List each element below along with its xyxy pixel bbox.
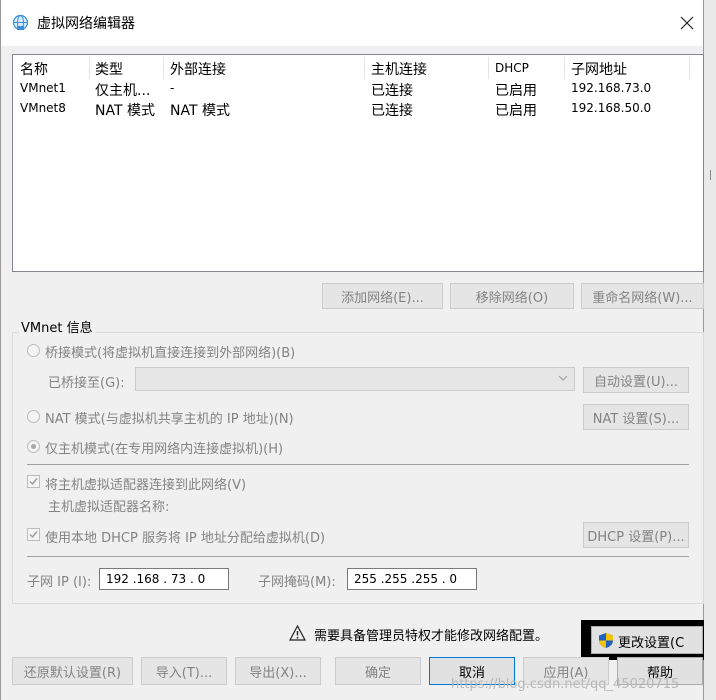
rename-network-button[interactable]: 重命名网络(W)... [581, 283, 704, 309]
bridge-mode-label: 桥接模式(将虚拟机直接连接到外部网络)(B) [45, 346, 296, 361]
uac-shield-icon [599, 633, 613, 648]
import-button[interactable]: 导入(T)... [141, 657, 227, 685]
add-network-button[interactable]: 添加网络(E)... [322, 283, 443, 309]
checkmark-icon [29, 531, 38, 539]
table-row[interactable]: VMnet8 NAT 模式 NAT 模式 已连接 已启用 192.168.50.… [13, 100, 703, 120]
connect-adapter-checkbox[interactable] [27, 475, 40, 488]
network-list[interactable]: 名称 类型 外部连接 主机连接 DHCP 子网地址 VMnet1 仅主机... … [12, 54, 704, 272]
window-title: 虚拟网络编辑器 [37, 16, 135, 32]
close-button[interactable] [671, 8, 703, 38]
vmnet-info-title: VMnet 信息 [19, 317, 95, 336]
host-only-mode-label: 仅主机模式(在专用网络内连接虚拟机)(H) [45, 442, 284, 457]
remove-network-button[interactable]: 移除网络(O) [450, 283, 574, 309]
virtual-network-editor-window: 虚拟网络编辑器 名称 类型 外部连接 主机连接 DHCP 子网地址 VMnet1… [0, 0, 705, 700]
connect-adapter-label: 将主机虚拟适配器连接到此网络(V) [45, 478, 247, 493]
chevron-down-icon [558, 375, 568, 381]
column-header-type[interactable]: 类型 [95, 59, 123, 79]
subnet-ip-label: 子网 IP (I): [27, 575, 92, 590]
nat-mode-radio[interactable] [27, 410, 40, 423]
restore-defaults-button[interactable]: 还原默认设置(R) [12, 657, 133, 685]
use-dhcp-label: 使用本地 DHCP 服务将 IP 地址分配给虚拟机(D) [45, 531, 326, 546]
divider [27, 464, 689, 465]
change-settings-highlight: 更改设置(C [581, 620, 705, 660]
subnet-mask-input[interactable]: 255 .255 .255 . 0 [347, 568, 477, 590]
bridged-to-select[interactable] [135, 367, 575, 391]
use-dhcp-checkbox[interactable] [27, 528, 40, 541]
change-settings-label: 更改设置(C [618, 636, 685, 651]
column-header-dhcp[interactable]: DHCP [495, 61, 529, 75]
admin-notice: 需要具备管理员特权才能修改网络配置。 [314, 629, 549, 644]
watermark: https://blog.csdn.net/qq_45020715 [451, 677, 680, 692]
network-globe-icon [12, 14, 29, 31]
table-row[interactable]: VMnet1 仅主机... - 已连接 已启用 192.168.73.0 [13, 80, 703, 100]
column-header-name[interactable]: 名称 [20, 59, 48, 79]
column-header-subnet[interactable]: 子网地址 [571, 59, 627, 79]
ok-button[interactable]: 确定 [335, 657, 421, 685]
subnet-ip-input[interactable]: 192 .168 . 73 . 0 [99, 568, 229, 590]
divider [27, 556, 689, 557]
close-icon [680, 16, 694, 30]
dhcp-settings-button[interactable]: DHCP 设置(P)... [583, 522, 689, 548]
nat-settings-button[interactable]: NAT 设置(S)... [583, 404, 689, 430]
column-header-external[interactable]: 外部连接 [170, 59, 226, 79]
background-window-edge [704, 0, 716, 700]
checkmark-icon [29, 478, 38, 486]
bridge-mode-radio[interactable] [27, 344, 40, 357]
warning-icon [289, 625, 306, 641]
adapter-name-label: 主机虚拟适配器名称: [48, 500, 170, 515]
change-settings-button[interactable]: 更改设置(C [591, 626, 703, 654]
title-bar: 虚拟网络编辑器 [1, 0, 703, 46]
export-button[interactable]: 导出(X)... [235, 657, 321, 685]
network-list-header: 名称 类型 外部连接 主机连接 DHCP 子网地址 [13, 55, 703, 81]
subnet-mask-label: 子网掩码(M): [258, 575, 336, 590]
bridged-to-label: 已桥接至(G): [48, 376, 125, 391]
column-header-host[interactable]: 主机连接 [371, 59, 427, 79]
nat-mode-label: NAT 模式(与虚拟机共享主机的 IP 地址)(N) [45, 412, 294, 427]
host-only-mode-radio[interactable] [27, 440, 40, 453]
auto-settings-button[interactable]: 自动设置(U)... [583, 367, 689, 393]
